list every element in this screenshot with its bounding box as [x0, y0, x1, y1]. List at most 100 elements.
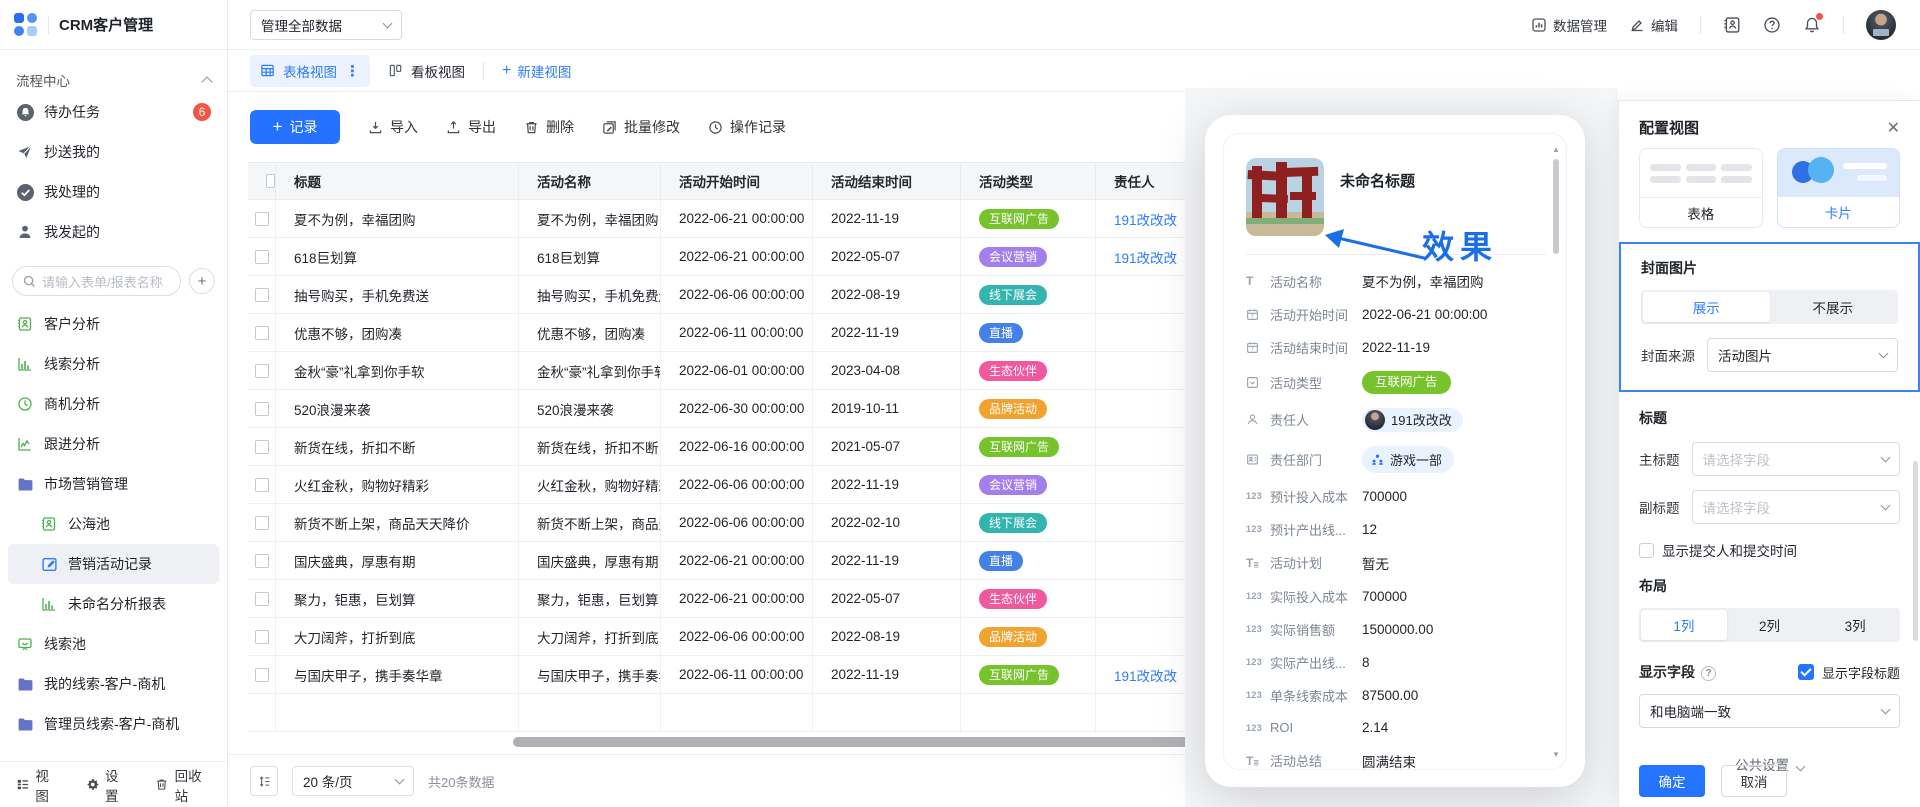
row-checkbox[interactable]: [248, 618, 276, 656]
column-header[interactable]: 活动开始时间: [661, 163, 813, 200]
person-icon: [1246, 413, 1270, 426]
sidebar-item-initiated-by-me[interactable]: 我发起的: [0, 212, 227, 252]
view-type-card[interactable]: 卡片: [1777, 148, 1901, 228]
column-header[interactable]: 活动类型: [961, 163, 1096, 200]
settings-button[interactable]: 设置: [86, 765, 130, 805]
scroll-up-icon[interactable]: ▲: [1551, 145, 1561, 155]
row-checkbox[interactable]: [248, 276, 276, 314]
sidebar-search-input[interactable]: 请输入表单/报表名称: [12, 266, 181, 296]
cell-title: 火红金秋，购物好精彩: [276, 466, 519, 504]
tab-table-view[interactable]: 表格视图 ⋮: [250, 55, 370, 87]
main-title-select[interactable]: 请选择字段: [1692, 442, 1901, 476]
sidebar-item-admin-leads[interactable]: 管理员线索-客户-商机: [0, 704, 227, 744]
view-type-table[interactable]: 表格: [1639, 148, 1763, 228]
sidebar-item-todo-tasks[interactable]: 待办任务 6: [0, 92, 227, 132]
sidebar-item-marketing-management[interactable]: 市场营销管理: [0, 464, 227, 504]
field-label: 单条线索成本: [1270, 686, 1362, 705]
help-icon[interactable]: ?: [1701, 666, 1716, 681]
tab-kanban-view[interactable]: 看板视图: [388, 61, 465, 81]
column-header[interactable]: 标题: [276, 163, 519, 200]
row-checkbox[interactable]: [248, 656, 276, 694]
cell-start-time: 2022-06-21 00:00:00: [661, 200, 813, 238]
sidebar-item-customer-analysis[interactable]: 客户分析: [0, 304, 227, 344]
svg-text:7: 7: [1251, 347, 1254, 353]
row-checkbox[interactable]: [248, 314, 276, 352]
row-checkbox[interactable]: [248, 504, 276, 542]
new-view-button[interactable]: + 新建视图: [502, 61, 571, 81]
export-button[interactable]: 导出: [446, 117, 496, 137]
table-icon: [260, 63, 275, 78]
tab-menu-icon[interactable]: ⋮: [345, 62, 360, 80]
user-avatar[interactable]: [1866, 10, 1896, 40]
user-chip[interactable]: 191改改改: [1362, 408, 1463, 432]
layout-3col-option[interactable]: 3列: [1812, 610, 1898, 640]
fields-heading: 显示字段?: [1639, 662, 1716, 682]
section-heading: 封面图片: [1641, 258, 1898, 278]
page-size-select[interactable]: 20 条/页: [292, 766, 414, 796]
edit-button[interactable]: 编辑: [1629, 15, 1678, 35]
scroll-down-icon[interactable]: ▼: [1551, 750, 1561, 760]
checkbox-unchecked[interactable]: [1639, 543, 1654, 558]
layout-2col-option[interactable]: 2列: [1727, 610, 1813, 640]
row-checkbox[interactable]: [248, 428, 276, 466]
sidebar-item-opportunity-analysis[interactable]: 商机分析: [0, 384, 227, 424]
activity-type-badge: 生态伙伴: [979, 589, 1047, 609]
textarea-icon: T≣: [1246, 556, 1270, 570]
sub-title-select[interactable]: 请选择字段: [1692, 490, 1901, 524]
row-checkbox[interactable]: [248, 466, 276, 504]
dept-chip[interactable]: 游戏一部: [1362, 446, 1454, 473]
scrollbar-thumb[interactable]: [513, 737, 1205, 747]
cancel-button[interactable]: 取消: [1721, 765, 1787, 797]
preview-card[interactable]: 未命名标题 效果 T活动名称夏不为例，幸福团购7活动开始时间2022-06-21…: [1223, 133, 1567, 770]
row-checkbox[interactable]: [248, 542, 276, 580]
help-button[interactable]: [1763, 16, 1781, 34]
sidebar-section-process[interactable]: 流程中心: [0, 68, 227, 92]
contacts-button[interactable]: [1723, 16, 1741, 34]
sidebar-item-my-leads[interactable]: 我的线索-客户-商机: [0, 664, 227, 704]
views-button[interactable]: 视图: [16, 765, 60, 805]
row-checkbox[interactable]: [248, 390, 276, 428]
row-checkbox[interactable]: [248, 580, 276, 618]
confirm-button[interactable]: 确定: [1639, 765, 1705, 797]
layout-1col-option[interactable]: 1列: [1641, 610, 1727, 640]
sidebar-item-cc-me[interactable]: 抄送我的: [0, 132, 227, 172]
column-header[interactable]: 活动名称: [519, 163, 661, 200]
cover-show-option[interactable]: 展示: [1643, 292, 1770, 322]
row-checkbox[interactable]: [248, 352, 276, 390]
show-submitter-checkbox-row[interactable]: 显示提交人和提交时间: [1639, 540, 1900, 560]
row-height-button[interactable]: [250, 766, 278, 796]
sidebar-item-lead-pool[interactable]: 线索池: [0, 624, 227, 664]
batch-edit-button[interactable]: 批量修改: [602, 117, 680, 137]
cover-source-select[interactable]: 活动图片: [1707, 338, 1898, 372]
close-icon[interactable]: ✕: [1887, 118, 1900, 138]
import-button[interactable]: 导入: [368, 117, 418, 137]
add-form-button[interactable]: +: [189, 268, 215, 294]
select-all-checkbox[interactable]: [248, 163, 276, 200]
card-scrollbar[interactable]: ▲ ▼: [1551, 145, 1561, 760]
cell-start-time: 2022-06-06 00:00:00: [661, 276, 813, 314]
operation-log-button[interactable]: 操作记录: [708, 117, 786, 137]
column-header[interactable]: 活动结束时间: [813, 163, 961, 200]
sidebar-item-followup-analysis[interactable]: 跟进分析: [0, 424, 227, 464]
sidebar-item-public-pool[interactable]: 公海池: [0, 504, 227, 544]
cell-title: 抽号购买，手机免费送: [276, 276, 519, 314]
config-scrollbar-thumb[interactable]: [1913, 461, 1918, 641]
display-fields-select[interactable]: 和电脑端一致: [1639, 694, 1900, 728]
sidebar-item-lead-analysis[interactable]: 线索分析: [0, 344, 227, 384]
notifications-button[interactable]: [1803, 16, 1821, 34]
delete-button[interactable]: 删除: [524, 117, 574, 137]
checkbox-checked[interactable]: [1798, 664, 1814, 680]
sidebar-item-marketing-activity-records[interactable]: 营销活动记录: [8, 544, 219, 584]
cover-hide-option[interactable]: 不展示: [1770, 292, 1897, 322]
sidebar-item-handled-by-me[interactable]: 我处理的: [0, 172, 227, 212]
show-field-titles-row[interactable]: 显示字段标题: [1798, 663, 1900, 682]
add-record-button[interactable]: + 记录: [250, 110, 340, 144]
scrollbar-thumb[interactable]: [1553, 159, 1559, 254]
row-checkbox[interactable]: [248, 200, 276, 238]
recycle-bin-button[interactable]: 回收站: [155, 765, 211, 805]
text-field-icon: T: [1246, 274, 1270, 288]
row-checkbox[interactable]: [248, 238, 276, 276]
sidebar-item-unnamed-report[interactable]: 未命名分析报表: [0, 584, 227, 624]
data-scope-select[interactable]: 管理全部数据: [250, 10, 402, 40]
data-manage-button[interactable]: 数据管理: [1531, 15, 1607, 35]
